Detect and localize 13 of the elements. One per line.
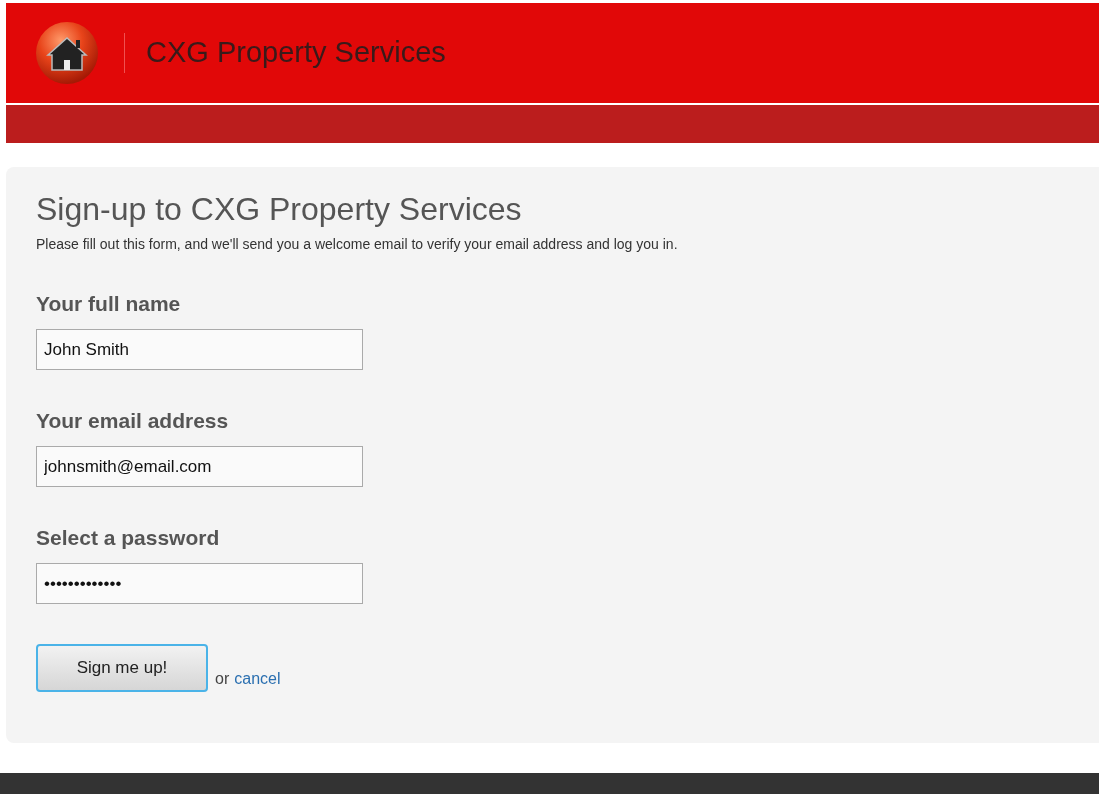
- input-field[interactable]: •••••••••••••: [36, 563, 363, 604]
- field-label: Select a password: [36, 525, 221, 551]
- home-logo-icon[interactable]: [34, 20, 100, 86]
- intro-text: Please fill out this form, and we'll send you a welcome email to verify your email address and log you in.: [36, 235, 679, 254]
- cancel-link[interactable]: cancel: [234, 667, 281, 691]
- field-label: Your email address: [36, 408, 230, 434]
- form-title: Sign-up to CXG Property Services: [36, 190, 523, 229]
- input-field[interactable]: John Smith: [36, 329, 363, 370]
- site-title: CXG Property Services: [146, 35, 446, 71]
- sign-up-button[interactable]: Sign me up!: [36, 644, 208, 692]
- or-text: or: [215, 669, 230, 689]
- input-field[interactable]: johnsmith@email.com: [36, 446, 363, 487]
- field-label: Your full name: [36, 291, 182, 317]
